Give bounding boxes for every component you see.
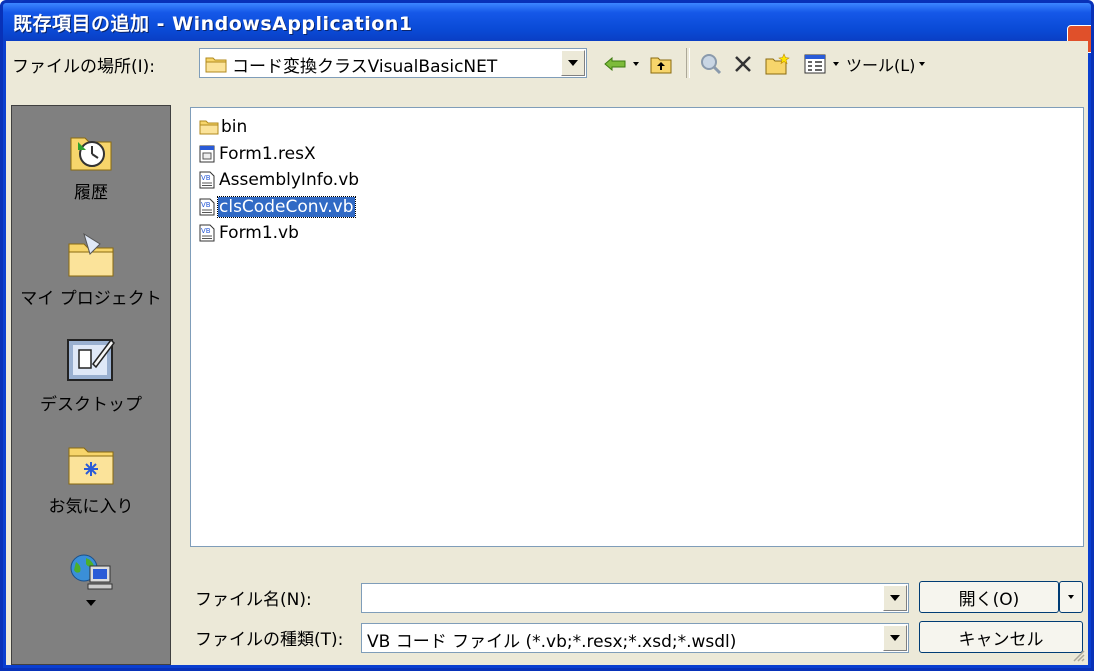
list-item[interactable]: VB AssemblyInfo.vb bbox=[199, 167, 360, 193]
file-name: Form1.vb bbox=[219, 223, 299, 243]
open-split-dropdown-button[interactable] bbox=[1059, 581, 1083, 613]
toolbar-separator bbox=[686, 48, 690, 78]
vb-file-icon: VB bbox=[199, 198, 215, 216]
folder-icon bbox=[199, 120, 219, 135]
list-item[interactable]: Form1.resX bbox=[199, 141, 317, 167]
back-arrow-icon bbox=[604, 57, 626, 71]
favorites-folder-icon bbox=[68, 447, 114, 485]
place-label: 履歴 bbox=[74, 183, 108, 203]
svg-text:VB: VB bbox=[201, 201, 211, 209]
chevron-down-icon bbox=[890, 595, 900, 601]
my-projects-folder-icon bbox=[68, 232, 114, 277]
file-list[interactable]: bin Form1.resX VB AssemblyInfo.vb VB cls… bbox=[190, 107, 1084, 547]
dialog-client-area: ファイルの場所(I): コード変換クラスVisualBasicNET ツール(L… bbox=[6, 41, 1088, 665]
history-icon bbox=[70, 137, 112, 171]
file-name: AssemblyInfo.vb bbox=[219, 170, 360, 190]
place-label: お気に入り bbox=[48, 497, 134, 517]
filetype-dropdown-button[interactable] bbox=[883, 625, 907, 651]
view-menu-icon bbox=[804, 54, 826, 74]
place-history[interactable]: 履歴 bbox=[12, 128, 170, 203]
filename-label: ファイル名(N): bbox=[195, 590, 312, 610]
location-value: コード変換クラスVisualBasicNET bbox=[232, 57, 498, 77]
new-folder-icon bbox=[765, 53, 790, 75]
chevron-down-icon bbox=[833, 62, 839, 66]
open-label: 開く(O) bbox=[958, 589, 1020, 610]
resize-grip-icon[interactable] bbox=[1070, 647, 1086, 663]
location-label: ファイルの場所(I): bbox=[12, 57, 156, 77]
desktop-icon bbox=[67, 338, 115, 381]
window-title: 既存項目の追加 - WindowsApplication1 bbox=[13, 13, 413, 35]
resx-file-icon bbox=[199, 145, 215, 163]
back-button[interactable] bbox=[600, 50, 630, 78]
list-item[interactable]: VB Form1.vb bbox=[199, 220, 300, 246]
chevron-down-icon bbox=[568, 60, 578, 66]
file-name: bin bbox=[221, 117, 248, 137]
file-name: clsCodeConv.vb bbox=[217, 196, 356, 218]
search-icon bbox=[701, 54, 722, 75]
place-favorites[interactable]: お気に入り bbox=[12, 442, 170, 517]
file-name: Form1.resX bbox=[219, 144, 316, 164]
up-folder-icon bbox=[650, 57, 672, 74]
folder-icon bbox=[205, 57, 227, 73]
location-combo[interactable]: コード変換クラスVisualBasicNET bbox=[199, 48, 587, 78]
list-item[interactable]: bin bbox=[199, 114, 248, 140]
filename-dropdown-button[interactable] bbox=[883, 585, 907, 611]
location-dropdown-button[interactable] bbox=[561, 50, 585, 76]
delete-button[interactable] bbox=[728, 50, 758, 78]
filetype-value: VB コード ファイル (*.vb;*.resx;*.xsd;*.wsdl) bbox=[367, 632, 737, 652]
place-label: マイ プロジェクト bbox=[20, 289, 162, 309]
up-folder-button[interactable] bbox=[646, 50, 676, 78]
cancel-button[interactable]: キャンセル bbox=[919, 621, 1083, 653]
svg-text:VB: VB bbox=[201, 227, 211, 235]
list-item-selected[interactable]: VB clsCodeConv.vb bbox=[199, 194, 356, 220]
search-web-button[interactable] bbox=[696, 50, 726, 78]
place-label: デスクトップ bbox=[40, 395, 142, 415]
vb-file-icon: VB bbox=[199, 171, 215, 189]
chevron-down-icon bbox=[919, 62, 926, 66]
title-bar[interactable]: 既存項目の追加 - WindowsApplication1 bbox=[3, 3, 1091, 53]
place-network[interactable] bbox=[12, 552, 170, 606]
open-button[interactable]: 開く(O) bbox=[919, 581, 1059, 613]
place-my-projects[interactable]: マイ プロジェクト bbox=[12, 230, 170, 309]
tools-menu-button[interactable]: ツール(L) bbox=[846, 50, 996, 78]
chevron-down-icon bbox=[1068, 595, 1074, 599]
filetype-label: ファイルの種類(T): bbox=[195, 630, 344, 650]
chevron-down-icon[interactable] bbox=[86, 600, 96, 606]
new-folder-button[interactable] bbox=[762, 50, 794, 78]
delete-x-icon bbox=[735, 56, 751, 72]
vb-file-icon: VB bbox=[199, 224, 215, 242]
svg-text:VB: VB bbox=[201, 174, 211, 182]
views-dropdown-button[interactable] bbox=[830, 50, 842, 78]
views-button[interactable] bbox=[800, 50, 830, 78]
place-desktop[interactable]: デスクトップ bbox=[12, 334, 170, 415]
filetype-select[interactable]: VB コード ファイル (*.vb;*.resx;*.xsd;*.wsdl) bbox=[361, 623, 909, 653]
back-dropdown-button[interactable] bbox=[630, 50, 642, 78]
network-computer-icon bbox=[70, 554, 113, 590]
filename-input[interactable] bbox=[361, 583, 909, 613]
cancel-label: キャンセル bbox=[958, 629, 1044, 650]
chevron-down-icon bbox=[633, 62, 639, 66]
add-existing-item-dialog: 既存項目の追加 - WindowsApplication1 ファイルの場所(I)… bbox=[0, 0, 1094, 671]
chevron-down-icon bbox=[890, 635, 900, 641]
places-bar: 履歴 マイ プロジェクト デスクトップ お気に入り bbox=[11, 105, 171, 665]
tools-label: ツール(L) bbox=[846, 56, 916, 75]
